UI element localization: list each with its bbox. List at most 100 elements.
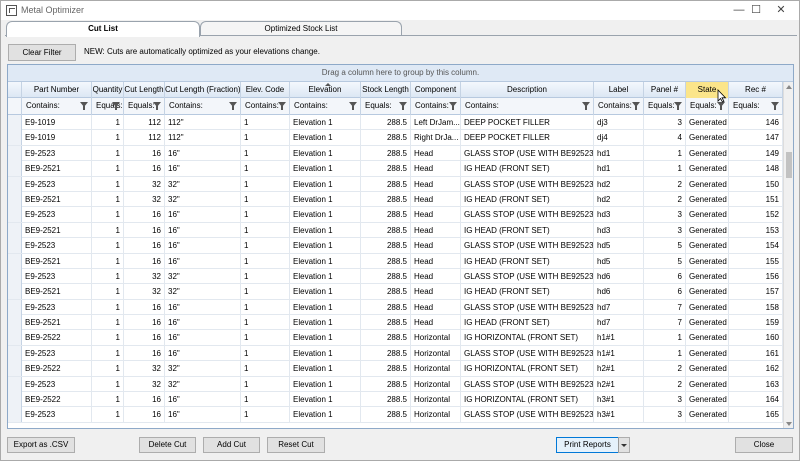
cell-label[interactable]: dj4 — [594, 130, 644, 146]
cell-elevcode[interactable]: 1 — [241, 345, 290, 361]
cell-part[interactable]: E9-2523 — [22, 207, 92, 223]
cell-desc[interactable]: GLASS STOP (USE WITH BE92523) — [461, 299, 594, 315]
cell-cutfrac[interactable]: 16" — [165, 238, 241, 254]
cell-cutfrac[interactable]: 16" — [165, 145, 241, 161]
column-header-panel[interactable]: Panel # — [644, 82, 686, 98]
cell-qty[interactable]: 1 — [92, 268, 124, 284]
cell-stock[interactable]: 288.5 — [361, 161, 411, 177]
cell-comp[interactable]: Head — [411, 191, 461, 207]
table-row[interactable]: E9-2523 1 32 32" 1 Elevation 1 288.5 Horizontal… — [8, 376, 783, 393]
cell-label[interactable]: h3#1 — [594, 407, 644, 423]
cell-elevcode[interactable]: 1 — [241, 176, 290, 192]
cell-part[interactable]: BE9-2521 — [22, 284, 92, 300]
table-row[interactable]: BE9-2521 1 16 16" 1 Elevation 1 288.5 Head IG HE… — [8, 253, 783, 269]
cell-desc[interactable]: IG HEAD (FRONT SET) — [461, 253, 594, 269]
cell-rec[interactable]: 160 — [729, 330, 783, 346]
cell-label[interactable]: h2#1 — [594, 376, 644, 392]
filter-icon[interactable] — [80, 102, 88, 110]
cell-panel[interactable]: 3 — [644, 407, 686, 423]
delete-cut-button[interactable]: Delete Cut — [139, 437, 196, 453]
table-row[interactable]: BE9-2522 1 16 16" 1 Elevation 1 288.5 Horizonta… — [8, 392, 783, 408]
cell-elev[interactable]: Elevation 1 — [290, 207, 361, 223]
cell-state[interactable]: Generated — [686, 376, 729, 392]
cell-elev[interactable]: Elevation 1 — [290, 330, 361, 346]
cell-label[interactable]: h1#1 — [594, 330, 644, 346]
cell-stock[interactable]: 288.5 — [361, 299, 411, 315]
row-selector[interactable] — [8, 299, 22, 315]
cell-label[interactable]: hd2 — [594, 176, 644, 192]
cell-cutfrac[interactable]: 16" — [165, 392, 241, 408]
cell-stock[interactable]: 288.5 — [361, 284, 411, 300]
cell-elevcode[interactable]: 1 — [241, 330, 290, 346]
cell-comp[interactable]: Head — [411, 315, 461, 331]
row-selector[interactable] — [8, 345, 22, 361]
row-selector[interactable] — [8, 268, 22, 284]
row-selector[interactable] — [8, 222, 22, 238]
export-csv-button[interactable]: Export as .CSV — [7, 437, 75, 453]
row-selector[interactable] — [8, 392, 22, 408]
cell-state[interactable]: Generated — [686, 115, 729, 130]
cell-panel[interactable]: 5 — [644, 253, 686, 269]
cell-part[interactable]: E9-2523 — [22, 268, 92, 284]
cell-desc[interactable]: GLASS STOP (USE WITH BE92523) — [461, 376, 594, 392]
cell-desc[interactable]: GLASS STOP (USE WITH BE92523) — [461, 145, 594, 161]
cell-elev[interactable]: Elevation 1 — [290, 115, 361, 130]
cell-panel[interactable]: 6 — [644, 284, 686, 300]
scroll-down-icon[interactable] — [786, 422, 792, 426]
cell-cutfrac[interactable]: 32" — [165, 191, 241, 207]
cell-part[interactable]: E9-2523 — [22, 238, 92, 254]
filter-elevation[interactable]: Contains: — [290, 98, 361, 115]
cell-panel[interactable]: 3 — [644, 115, 686, 130]
cell-cutlen[interactable]: 16 — [124, 299, 165, 315]
cell-comp[interactable]: Head — [411, 176, 461, 192]
filter-panel[interactable]: Equals: — [644, 98, 686, 115]
cell-qty[interactable]: 1 — [92, 253, 124, 269]
table-row[interactable]: E9-2523 1 16 16" 1 Elevation 1 288.5 Head GLASS … — [8, 238, 783, 254]
cell-rec[interactable]: 154 — [729, 238, 783, 254]
cell-panel[interactable]: 3 — [644, 207, 686, 223]
cell-elev[interactable]: Elevation 1 — [290, 376, 361, 392]
row-selector[interactable] — [8, 253, 22, 269]
table-row[interactable]: E9-1019 1 112 112" 1 Elevation 1 288.5 Left DrJ… — [8, 115, 783, 131]
cell-comp[interactable]: Head — [411, 253, 461, 269]
cell-rec[interactable]: 165 — [729, 407, 783, 423]
row-selector[interactable] — [8, 238, 22, 254]
cell-desc[interactable]: GLASS STOP (USE WITH BE92523) — [461, 207, 594, 223]
table-row[interactable]: BE9-2521 1 32 32" 1 Elevation 1 288.5 Head IG HE… — [8, 284, 783, 300]
cell-panel[interactable]: 3 — [644, 392, 686, 408]
cell-state[interactable]: Generated — [686, 361, 729, 377]
cell-part[interactable]: BE9-2521 — [22, 161, 92, 177]
cell-rec[interactable]: 152 — [729, 207, 783, 223]
cell-desc[interactable]: IG HEAD (FRONT SET) — [461, 191, 594, 207]
cell-part[interactable]: E9-2523 — [22, 176, 92, 192]
cell-state[interactable]: Generated — [686, 315, 729, 331]
cell-qty[interactable]: 1 — [92, 315, 124, 331]
cell-qty[interactable]: 1 — [92, 392, 124, 408]
cell-elev[interactable]: Elevation 1 — [290, 361, 361, 377]
cell-qty[interactable]: 1 — [92, 407, 124, 423]
cell-stock[interactable]: 288.5 — [361, 345, 411, 361]
cell-rec[interactable]: 156 — [729, 268, 783, 284]
cell-elevcode[interactable]: 1 — [241, 392, 290, 408]
row-selector[interactable] — [8, 407, 22, 423]
cell-stock[interactable]: 288.5 — [361, 176, 411, 192]
cell-elev[interactable]: Elevation 1 — [290, 222, 361, 238]
cell-comp[interactable]: Head — [411, 268, 461, 284]
cell-qty[interactable]: 1 — [92, 115, 124, 130]
reset-cut-button[interactable]: Reset Cut — [267, 437, 325, 453]
table-row[interactable]: BE9-2522 1 32 32" 1 Elevation 1 288.5 Horizonta… — [8, 361, 783, 377]
cell-stock[interactable]: 288.5 — [361, 330, 411, 346]
cell-qty[interactable]: 1 — [92, 207, 124, 223]
cell-comp[interactable]: Left DrJam... — [411, 115, 461, 130]
table-row[interactable]: E9-2523 1 16 16" 1 Elevation 1 288.5 Head GLASS … — [8, 207, 783, 223]
cell-comp[interactable]: Head — [411, 207, 461, 223]
column-header-label[interactable]: Label — [594, 82, 644, 98]
cell-elev[interactable]: Elevation 1 — [290, 130, 361, 146]
cell-label[interactable]: hd6 — [594, 284, 644, 300]
row-selector[interactable] — [8, 361, 22, 377]
cell-panel[interactable]: 1 — [644, 161, 686, 177]
close-button[interactable]: Close — [735, 437, 793, 453]
cell-stock[interactable]: 288.5 — [361, 130, 411, 146]
tab-cut-list[interactable]: Cut List — [6, 21, 200, 37]
column-header-rec[interactable]: Rec # — [729, 82, 783, 98]
